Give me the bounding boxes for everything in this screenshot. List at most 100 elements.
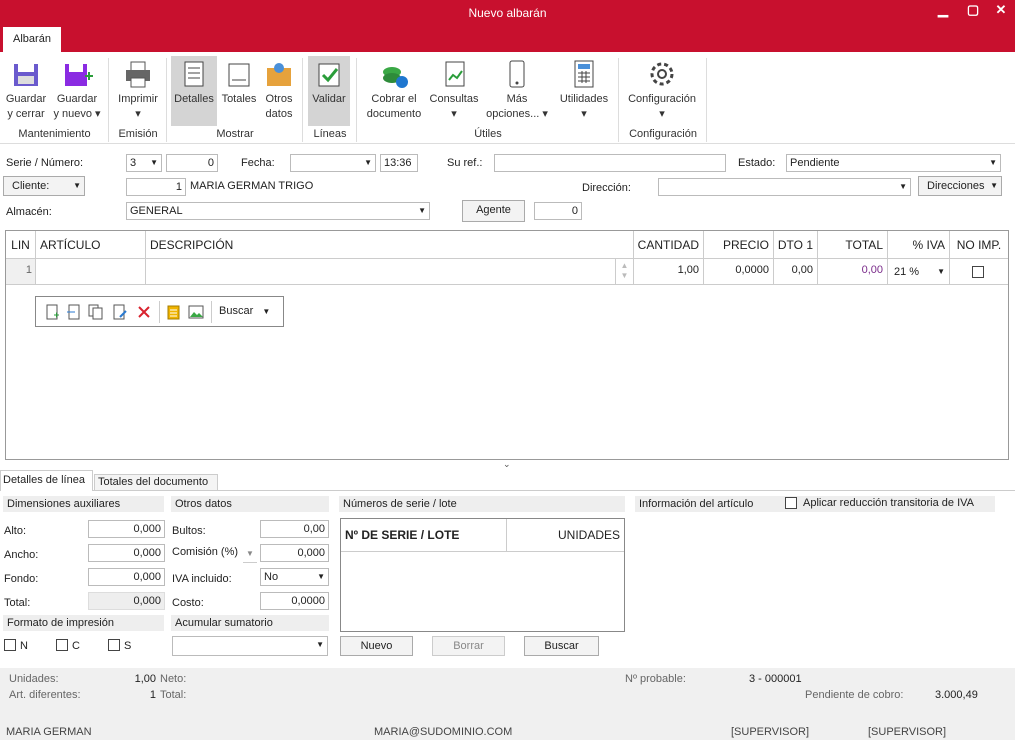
column-header-no-imp[interactable]: NO IMP. (950, 231, 1008, 259)
cliente-button[interactable]: Cliente: ▼ (3, 176, 85, 196)
alto-field[interactable]: 0,000 (88, 520, 165, 538)
tab-albaran[interactable]: Albarán (3, 27, 61, 52)
copy-line-icon[interactable] (88, 304, 104, 320)
comision-dropdown-icon[interactable]: ▼ (243, 545, 257, 563)
n-probable-label: Nº probable: (625, 673, 686, 685)
column-header-cantidad[interactable]: CANTIDAD (634, 231, 704, 259)
column-header-dto[interactable]: DTO 1 (774, 231, 818, 259)
almacen-select[interactable]: GENERAL ▼ (126, 202, 430, 220)
row-iva[interactable]: 21 % ▼ (888, 259, 950, 285)
tabs-divider (0, 490, 1015, 491)
ancho-field[interactable]: 0,000 (88, 544, 165, 562)
queries-button[interactable]: Consultas ▾ (428, 56, 480, 122)
save-new-button[interactable]: Guardar y nuevo ▾ (53, 56, 101, 122)
estado-label: Estado: (738, 157, 776, 169)
art-diferentes-value: 1 (149, 689, 156, 701)
validate-button[interactable]: Validar (308, 56, 350, 126)
cliente-num-field[interactable]: 1 (126, 178, 186, 196)
fecha-field[interactable]: ▼ (290, 154, 376, 172)
costo-field[interactable]: 0,0000 (260, 592, 329, 610)
chevron-down-icon: ▼ (262, 307, 271, 316)
more-options-button[interactable]: Más opciones... ▾ (484, 56, 550, 122)
save-new-icon (53, 56, 101, 92)
formato-s-checkbox[interactable] (108, 639, 120, 651)
hora-field[interactable]: 13:36 (380, 154, 418, 172)
print-button[interactable]: Imprimir ▾ (115, 56, 161, 122)
new-line-icon[interactable] (44, 304, 60, 320)
fondo-field[interactable]: 0,000 (88, 568, 165, 586)
bultos-field[interactable]: 0,00 (260, 520, 329, 538)
chevron-down-icon: ▼ (364, 158, 372, 167)
notes-icon[interactable] (165, 304, 181, 320)
column-header-total[interactable]: TOTAL (818, 231, 888, 259)
configuration-button[interactable]: Configuración ▾ (623, 56, 701, 122)
details-button[interactable]: Detalles (171, 56, 217, 126)
close-button[interactable]: ✕ (990, 2, 1012, 18)
row-no-imp[interactable] (950, 259, 1008, 285)
formato-title: Formato de impresión (3, 615, 164, 631)
collect-document-button[interactable]: Cobrar el documento (362, 56, 426, 122)
series-col-unidades[interactable]: UNIDADES (507, 519, 624, 552)
alto-label: Alto: (4, 525, 27, 537)
art-diferentes-label: Art. diferentes: (9, 689, 81, 701)
suref-field[interactable] (494, 154, 726, 172)
user-email: MARIA@SUDOMINIO.COM (374, 726, 513, 738)
row-scroll-arrows[interactable]: ▲ ▼ (616, 259, 634, 285)
row-descripcion[interactable] (146, 259, 616, 285)
row-total: 0,00 (818, 259, 888, 285)
row-dto[interactable]: 0,00 (774, 259, 818, 285)
collapse-chevron-icon[interactable]: ⌄ (503, 459, 511, 470)
tab-detalles-linea[interactable]: Detalles de línea (0, 470, 93, 491)
numero-field[interactable]: 0 (166, 154, 218, 172)
aplicar-checkbox[interactable] (785, 497, 797, 509)
neto-label: Neto: (160, 673, 187, 685)
utilities-button[interactable]: Utilidades ▾ (555, 56, 613, 122)
role-2: [SUPERVISOR] (868, 726, 947, 738)
no-imp-checkbox[interactable] (972, 266, 984, 278)
direcciones-button[interactable]: Direcciones ▼ (918, 176, 1002, 196)
chevron-down-icon: ▼ (899, 182, 907, 191)
ribbon-separator (706, 58, 707, 142)
save-close-button[interactable]: Guardar y cerrar (3, 56, 49, 122)
estado-select[interactable]: Pendiente ▼ (786, 154, 1001, 172)
row-articulo[interactable] (36, 259, 146, 285)
line-toolbar: Buscar ▼ (35, 296, 284, 327)
iva-incluido-select[interactable]: No ▼ (260, 568, 329, 586)
row-precio[interactable]: 0,0000 (704, 259, 774, 285)
series-col-serie[interactable]: Nº DE SERIE / LOTE (341, 519, 507, 552)
image-icon[interactable] (188, 304, 204, 320)
series-table: Nº DE SERIE / LOTE UNIDADES (340, 518, 625, 632)
totals-button[interactable]: Totales (220, 56, 258, 107)
tab-totales-documento[interactable]: Totales del documento (94, 474, 218, 490)
other-data-button[interactable]: Otros datos (261, 56, 297, 122)
series-nuevo-button[interactable]: Nuevo (340, 636, 413, 656)
column-header-descripcion[interactable]: DESCRIPCIÓN (146, 231, 634, 259)
insert-line-icon[interactable] (66, 304, 82, 320)
column-header-articulo[interactable]: ARTÍCULO (36, 231, 146, 259)
acumular-select[interactable]: ▼ (172, 636, 328, 656)
serie-select[interactable]: 3 ▼ (126, 154, 162, 172)
column-header-precio[interactable]: PRECIO (704, 231, 774, 259)
column-header-lin[interactable]: LIN (6, 231, 36, 259)
printer-icon (115, 56, 161, 92)
lines-grid: LIN ARTÍCULO DESCRIPCIÓN CANTIDAD PRECIO… (5, 230, 1009, 460)
ribbon-separator (618, 58, 619, 142)
column-header-iva[interactable]: % IVA (888, 231, 950, 259)
search-dropdown[interactable]: Buscar ▼ (219, 305, 270, 317)
minimize-button[interactable]: ▁ (932, 2, 954, 18)
delete-line-icon[interactable] (136, 304, 152, 320)
edit-line-icon[interactable] (112, 304, 128, 320)
direccion-select[interactable]: ▼ (658, 178, 911, 196)
formato-c-checkbox[interactable] (56, 639, 68, 651)
group-configuracion: Configuración (629, 128, 697, 140)
formato-n-checkbox[interactable] (4, 639, 16, 651)
series-buscar-button[interactable]: Buscar (524, 636, 599, 656)
row-cantidad[interactable]: 1,00 (634, 259, 704, 285)
comision-field[interactable]: 0,000 (260, 544, 329, 562)
pendiente-value: 3.000,49 (935, 689, 978, 701)
series-borrar-button[interactable]: Borrar (432, 636, 505, 656)
agente-field[interactable]: 0 (534, 202, 582, 220)
maximize-button[interactable]: ▢ (962, 2, 984, 18)
agente-button[interactable]: Agente (462, 200, 525, 222)
other-data-icon (261, 56, 297, 92)
